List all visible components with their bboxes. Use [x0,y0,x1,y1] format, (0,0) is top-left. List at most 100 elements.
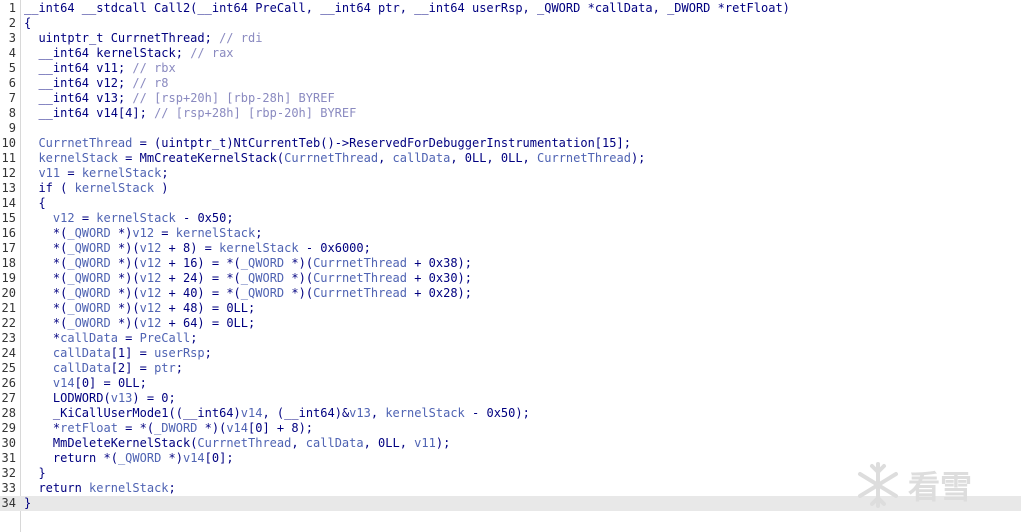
code-token: = [117,151,140,165]
code-token: ; [161,166,169,180]
code-line[interactable]: 7 __int64 v13; // [rsp+20h] [rbp-28h] BY… [0,91,1021,106]
code-token: ) [782,1,790,15]
code-token: _QWORD [67,286,118,300]
code-line[interactable]: 15 v12 = kernelStack - 0x50; [0,211,1021,226]
code-token: _DWORD [667,1,718,15]
pseudocode-view[interactable]: 1 __int64 __stdcall Call2(__int64 PreCall… [0,0,1021,532]
code-token: PreCall [255,1,306,15]
code-token: CurrnetThread [313,271,407,285]
code-token: * [717,1,725,15]
code-line[interactable]: 14 { [0,196,1021,211]
code-line[interactable]: 3 uintptr_t CurrnetThread; // rdi [0,31,1021,46]
code-line[interactable]: 13 if ( kernelStack ) [0,181,1021,196]
line-number: 17 [1,241,16,255]
code-line[interactable]: 21 *(_OWORD *)(v12 + 48) = 0LL; [0,301,1021,316]
code-token: ) [233,406,241,420]
code-text: *(_OWORD *)(v12 + 64) = 0LL; [24,316,255,331]
code-token: v14 [226,421,248,435]
code-token: _QWORD [67,271,118,285]
code-token: *( [24,256,68,270]
code-line[interactable]: 11 kernelStack = MmCreateKernelStack(Cur… [0,151,1021,166]
line-number: 11 [1,151,16,165]
code-token: ; [168,481,176,495]
code-line[interactable]: 20 *(_QWORD *)(v12 + 40) = *(_QWORD *)(C… [0,286,1021,301]
code-token: retFloat [60,421,118,435]
code-line[interactable]: 30 MmDeleteKernelStack(CurrnetThread, ca… [0,436,1021,451]
code-token: v12 [52,211,75,225]
code-line[interactable]: 22 *(_OWORD *)(v12 + 64) = 0LL; [0,316,1021,331]
code-token: *)( [291,286,314,300]
code-text: *(_QWORD *)(v12 + 24) = *(_QWORD *)(Curr… [24,271,472,286]
code-line[interactable]: 9 [0,121,1021,136]
code-line[interactable]: 28 _KiCallUserMode1((__int64)v14, (__int… [0,406,1021,421]
code-token: _QWORD [240,286,292,300]
code-token: if [38,181,53,195]
code-token: - 0x50); [464,406,530,420]
code-token: kernelStack [81,166,162,180]
code-token: , [522,1,537,15]
code-line[interactable]: 8 __int64 v14[4]; // [rsp+28h] [rbp-20h]… [0,106,1021,121]
code-token: __int64 [320,1,379,15]
code-line[interactable]: 4 __int64 kernelStack; // rax [0,46,1021,61]
code-token: v11 [414,436,436,450]
code-token: CurrnetThread [284,151,379,165]
code-token: kernelStack [175,226,256,240]
code-line[interactable]: 18 *(_QWORD *)(v12 + 16) = *(_QWORD *)(C… [0,256,1021,271]
code-token: *( [24,271,68,285]
code-token: + 8) = [161,241,220,255]
code-line[interactable]: 19 *(_QWORD *)(v12 + 24) = *(_QWORD *)(C… [0,271,1021,286]
code-line[interactable]: 10 CurrnetThread = (uintptr_t)NtCurrentT… [0,136,1021,151]
code-token: __int64 [38,106,97,120]
code-line[interactable]: 16 *(_QWORD *)v12 = kernelStack; [0,226,1021,241]
code-token: [4]; [117,106,155,120]
code-token: [2] = [110,361,155,375]
code-token: ) [154,181,169,195]
code-token: v12 [139,301,162,315]
code-token: callData [594,1,653,15]
code-token: callData [392,151,451,165]
code-line[interactable]: 1 __int64 __stdcall Call2(__int64 PreCall… [0,1,1021,16]
code-line[interactable]: 26 v14[0] = 0LL; [0,376,1021,391]
code-token: CurrnetThread [537,151,631,165]
line-number: 29 [1,421,16,435]
code-text: } [24,496,31,511]
code-token: _QWORD [67,226,118,240]
code-token: CurrnetThread [313,256,407,270]
code-line[interactable]: 12 v11 = kernelStack; [0,166,1021,181]
code-token: [0] + 8); [248,421,314,435]
code-token: = [117,331,140,345]
code-text: *callData = PreCall; [24,331,198,346]
code-line[interactable]: 6 __int64 v12; // r8 [0,76,1021,91]
code-line[interactable]: 2{ [0,16,1021,31]
line-number: 31 [1,451,16,465]
code-line[interactable]: 17 *(_QWORD *)(v12 + 8) = kernelStack - … [0,241,1021,256]
code-token: _KiCallUserMode1 [52,406,169,420]
code-token: [1] = [110,346,155,360]
snowflake-icon: 看雪 [858,462,972,508]
code-line[interactable]: 27 LODWORD(v13) = 0; [0,391,1021,406]
code-token: return [38,481,82,495]
line-number: 19 [1,271,16,285]
code-line[interactable]: 24 callData[1] = userRsp; [0,346,1021,361]
line-number: 9 [8,121,16,135]
code-token: NtCurrentTeb [233,136,321,150]
code-token: userRsp [471,1,523,15]
code-line[interactable]: 29 *retFloat = *(_DWORD *)(v14[0] + 8); [0,421,1021,436]
code-token: } [24,466,46,480]
watermark-text: 看雪 [908,468,972,506]
code-text: _KiCallUserMode1((__int64)v14, (__int64)… [24,406,530,421]
code-line[interactable]: 25 callData[2] = ptr; [0,361,1021,376]
code-token: v12 [132,226,155,240]
code-token: = [60,166,82,180]
code-line[interactable]: 5 __int64 v11; // rbx [0,61,1021,76]
code-token: ()-> [320,136,350,150]
code-line[interactable]: 23 *callData = PreCall; [0,331,1021,346]
code-token: CurrnetThread [197,436,292,450]
code-token: __int64 [38,61,97,75]
code-token: *)( [291,256,314,270]
